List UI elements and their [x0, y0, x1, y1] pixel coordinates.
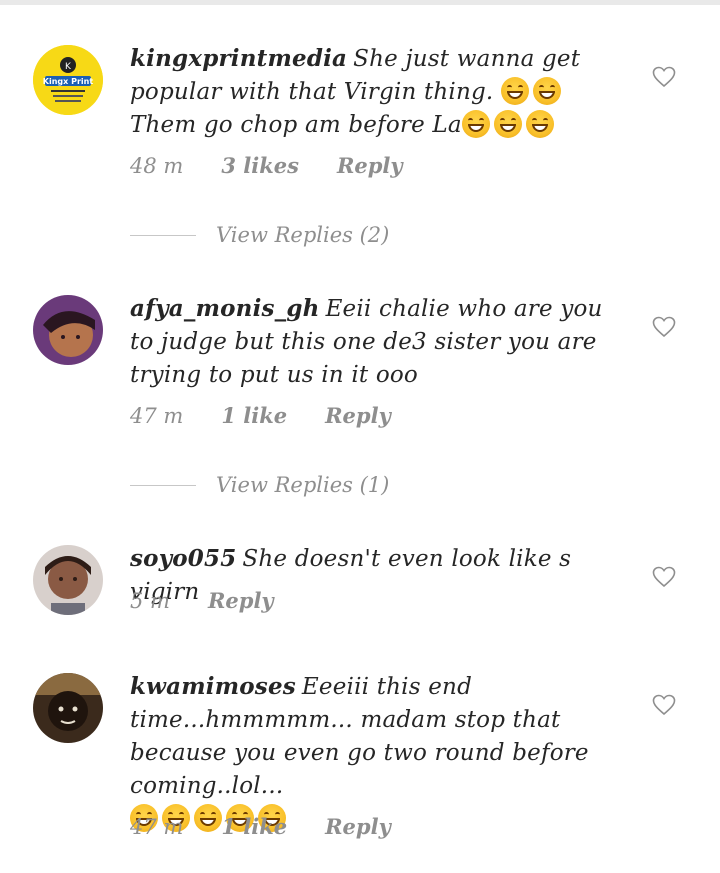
reply-button[interactable]: Reply: [325, 814, 391, 839]
comment-username[interactable]: kwamimoses: [130, 673, 296, 700]
top-divider: [0, 0, 720, 5]
view-replies-label: View Replies (2): [216, 223, 390, 247]
avatar-logo-text: Kingx Print: [43, 77, 94, 86]
comment-username[interactable]: soyo055: [130, 545, 236, 572]
comment-username[interactable]: kingxprintmedia: [130, 45, 347, 72]
comment-username[interactable]: afya_monis_gh: [130, 295, 320, 322]
comment-likes[interactable]: 1 like: [221, 814, 287, 839]
comment-time: 48 m: [130, 153, 184, 178]
comment-meta: 5 m Reply: [130, 588, 274, 613]
comment-meta: 47 m 1 like Reply: [130, 814, 391, 839]
comment-meta: 47 m 1 like Reply: [130, 403, 391, 428]
like-heart-icon[interactable]: [652, 566, 676, 588]
comment-body: kwamimoses Eeeiii this end time...hmmmmm.…: [130, 670, 630, 836]
comment-time: 5 m: [130, 588, 170, 613]
view-replies-divider: [130, 484, 196, 486]
view-replies-divider: [130, 234, 196, 236]
avatar[interactable]: K Kingx Print: [33, 45, 103, 115]
grinning-squinting-face-icon: [461, 110, 490, 138]
avatar[interactable]: [33, 545, 103, 615]
view-replies-button[interactable]: View Replies (2): [130, 223, 389, 247]
view-replies-button[interactable]: View Replies (1): [130, 473, 389, 497]
comment-meta: 48 m 3 likes Reply: [130, 153, 403, 178]
grinning-squinting-face-icon: [493, 110, 522, 138]
comment-body: kingxprintmedia She just wanna get popula…: [130, 42, 630, 142]
like-heart-icon[interactable]: [652, 694, 676, 716]
avatar[interactable]: [33, 295, 103, 365]
grinning-squinting-face-icon: [500, 77, 529, 105]
like-heart-icon[interactable]: [652, 316, 676, 338]
reply-button[interactable]: Reply: [337, 153, 403, 178]
comment-text-part: Them go chop am before La: [130, 112, 462, 138]
reply-button[interactable]: Reply: [208, 588, 274, 613]
comment-body: afya_monis_gh Eeii chalie who are you to …: [130, 292, 630, 392]
like-heart-icon[interactable]: [652, 66, 676, 88]
avatar[interactable]: [33, 673, 103, 743]
comment-likes[interactable]: 3 likes: [221, 153, 299, 178]
comment-likes[interactable]: 1 like: [221, 403, 287, 428]
comment-time: 47 m: [130, 403, 184, 428]
grinning-squinting-face-icon: [532, 77, 561, 105]
grinning-squinting-face-icon: [525, 110, 554, 138]
reply-button[interactable]: Reply: [325, 403, 391, 428]
view-replies-label: View Replies (1): [216, 473, 390, 497]
comment-time: 47 m: [130, 814, 184, 839]
